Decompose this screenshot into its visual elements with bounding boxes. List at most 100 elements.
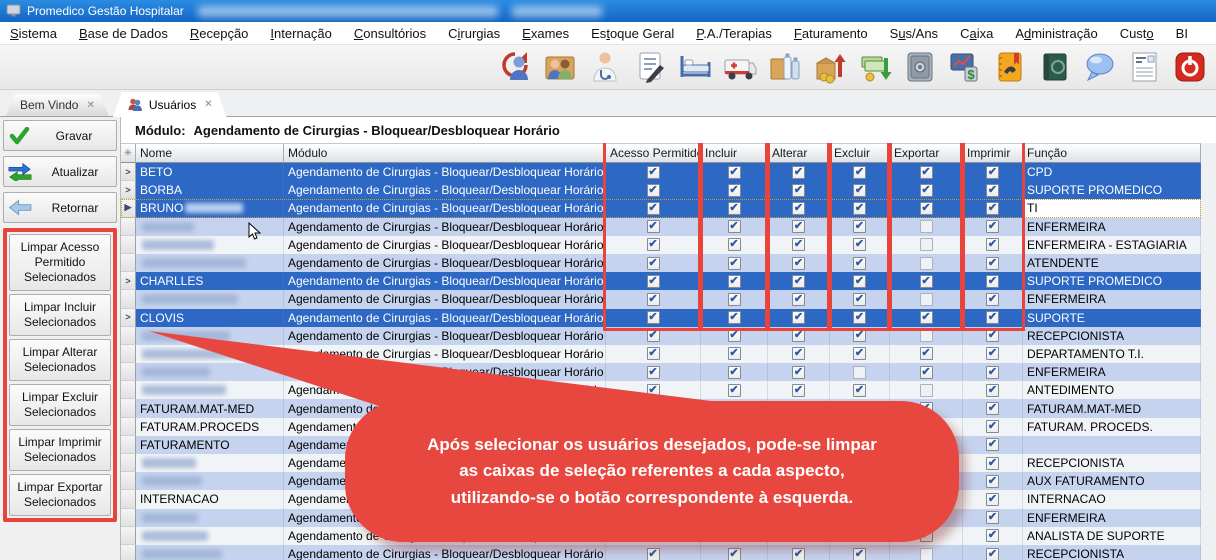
clear-limpar-acesso-permitido-selecionados[interactable]: Limpar Acesso Permitido Selecionados bbox=[9, 234, 111, 291]
document-pen-icon[interactable] bbox=[632, 49, 668, 85]
alterar-checkbox[interactable]: ✔ bbox=[792, 311, 805, 324]
table-row[interactable]: Agendamento de Cirurgias - Bloquear/Desb… bbox=[121, 254, 1201, 272]
imprimir-checkbox[interactable]: ✔ bbox=[986, 457, 999, 470]
excluir-checkbox[interactable]: ✔ bbox=[853, 202, 866, 215]
exportar-checkbox[interactable] bbox=[920, 220, 933, 233]
acesso-checkbox[interactable]: ✔ bbox=[647, 366, 660, 379]
excluir-checkbox[interactable]: ✔ bbox=[853, 384, 866, 397]
column-header-exportar[interactable]: Exportar bbox=[890, 143, 963, 163]
doctor-icon[interactable] bbox=[587, 49, 623, 85]
imprimir-checkbox[interactable]: ✔ bbox=[986, 384, 999, 397]
alterar-checkbox[interactable]: ✔ bbox=[792, 548, 805, 560]
exportar-checkbox[interactable]: ✔ bbox=[920, 202, 933, 215]
exportar-checkbox[interactable]: ✔ bbox=[920, 275, 933, 288]
report-icon[interactable] bbox=[1127, 49, 1163, 85]
table-row[interactable]: ▶BRUNOAgendamento de Cirurgias - Bloquea… bbox=[121, 199, 1201, 217]
clear-limpar-exportar-selecionados[interactable]: Limpar Exportar Selecionados bbox=[9, 474, 111, 516]
exit-icon[interactable] bbox=[1172, 49, 1208, 85]
incluir-checkbox[interactable]: ✔ bbox=[728, 202, 741, 215]
column-header-fun-o[interactable]: Função bbox=[1023, 143, 1201, 163]
alterar-checkbox[interactable]: ✔ bbox=[792, 257, 805, 270]
imprimir-checkbox[interactable]: ✔ bbox=[986, 511, 999, 524]
alterar-checkbox[interactable]: ✔ bbox=[792, 384, 805, 397]
column-header-excluir[interactable]: Excluir bbox=[830, 143, 890, 163]
incluir-checkbox[interactable]: ✔ bbox=[728, 257, 741, 270]
atualizar-button[interactable]: Atualizar bbox=[3, 156, 117, 187]
phone-book-icon[interactable] bbox=[992, 49, 1028, 85]
tab-bem-vindo[interactable]: Bem Vindo ✕ bbox=[6, 94, 109, 116]
menu-exames[interactable]: Exames bbox=[522, 26, 569, 41]
excluir-checkbox[interactable]: ✔ bbox=[853, 184, 866, 197]
incluir-checkbox[interactable]: ✔ bbox=[728, 384, 741, 397]
ledger-book-icon[interactable] bbox=[1037, 49, 1073, 85]
column-header-alterar[interactable]: Alterar bbox=[768, 143, 830, 163]
excluir-checkbox[interactable]: ✔ bbox=[853, 220, 866, 233]
table-row[interactable]: >CLOVISAgendamento de Cirurgias - Bloque… bbox=[121, 309, 1201, 327]
excluir-checkbox[interactable]: ✔ bbox=[853, 293, 866, 306]
alterar-checkbox[interactable]: ✔ bbox=[792, 238, 805, 251]
menu-sistema[interactable]: Sistema bbox=[10, 26, 57, 41]
exportar-checkbox[interactable] bbox=[920, 548, 933, 560]
imprimir-checkbox[interactable]: ✔ bbox=[986, 257, 999, 270]
exportar-checkbox[interactable]: ✔ bbox=[920, 311, 933, 324]
alterar-checkbox[interactable]: ✔ bbox=[792, 166, 805, 179]
incluir-checkbox[interactable]: ✔ bbox=[728, 238, 741, 251]
imprimir-checkbox[interactable]: ✔ bbox=[986, 548, 999, 560]
excluir-checkbox[interactable]: ✔ bbox=[853, 275, 866, 288]
alterar-checkbox[interactable]: ✔ bbox=[792, 220, 805, 233]
excluir-checkbox[interactable]: ✔ bbox=[853, 238, 866, 251]
clear-limpar-incluir-selecionados[interactable]: Limpar Incluir Selecionados bbox=[9, 294, 111, 336]
incluir-checkbox[interactable]: ✔ bbox=[728, 220, 741, 233]
alterar-checkbox[interactable]: ✔ bbox=[792, 293, 805, 306]
goods-entry-icon[interactable] bbox=[812, 49, 848, 85]
alterar-checkbox[interactable]: ✔ bbox=[792, 366, 805, 379]
exportar-checkbox[interactable] bbox=[920, 238, 933, 251]
menu-custo[interactable]: Custo bbox=[1120, 26, 1154, 41]
column-header-nome[interactable]: Nome bbox=[136, 143, 284, 163]
acesso-checkbox[interactable]: ✔ bbox=[647, 548, 660, 560]
excluir-checkbox[interactable]: ✔ bbox=[853, 311, 866, 324]
alterar-checkbox[interactable]: ✔ bbox=[792, 329, 805, 342]
acesso-checkbox[interactable]: ✔ bbox=[647, 293, 660, 306]
incluir-checkbox[interactable]: ✔ bbox=[728, 548, 741, 560]
acesso-checkbox[interactable]: ✔ bbox=[647, 275, 660, 288]
exportar-checkbox[interactable] bbox=[920, 384, 933, 397]
exportar-checkbox[interactable]: ✔ bbox=[920, 166, 933, 179]
excluir-checkbox[interactable] bbox=[853, 366, 866, 379]
table-row[interactable]: >BORBAAgendamento de Cirurgias - Bloquea… bbox=[121, 181, 1201, 199]
imprimir-checkbox[interactable]: ✔ bbox=[986, 438, 999, 451]
incluir-checkbox[interactable]: ✔ bbox=[728, 311, 741, 324]
column-header-imprimir[interactable]: Imprimir bbox=[963, 143, 1023, 163]
exportar-checkbox[interactable]: ✔ bbox=[920, 347, 933, 360]
clear-limpar-alterar-selecionados[interactable]: Limpar Alterar Selecionados bbox=[9, 339, 111, 381]
exportar-checkbox[interactable] bbox=[920, 329, 933, 342]
table-row[interactable]: Agendamento de Cirurgias - Bloquear/Desb… bbox=[121, 363, 1201, 381]
imprimir-checkbox[interactable]: ✔ bbox=[986, 220, 999, 233]
table-row[interactable]: >CHARLLESAgendamento de Cirurgias - Bloq… bbox=[121, 272, 1201, 290]
table-row[interactable]: Agendamento de Cirurgias - Bloquear/Desb… bbox=[121, 290, 1201, 308]
clear-limpar-excluir-selecionados[interactable]: Limpar Excluir Selecionados bbox=[9, 384, 111, 426]
table-row[interactable]: Agendamento de Cirurgias - Bloquear/Desb… bbox=[121, 218, 1201, 236]
excluir-checkbox[interactable]: ✔ bbox=[853, 257, 866, 270]
imprimir-checkbox[interactable]: ✔ bbox=[986, 275, 999, 288]
imprimir-checkbox[interactable]: ✔ bbox=[986, 184, 999, 197]
acesso-checkbox[interactable]: ✔ bbox=[647, 329, 660, 342]
money-exit-icon[interactable] bbox=[857, 49, 893, 85]
incluir-checkbox[interactable]: ✔ bbox=[728, 184, 741, 197]
incluir-checkbox[interactable]: ✔ bbox=[728, 329, 741, 342]
menu-base-de-dados[interactable]: Base de Dados bbox=[79, 26, 168, 41]
clear-limpar-imprimir-selecionados[interactable]: Limpar Imprimir Selecionados bbox=[9, 429, 111, 471]
close-icon[interactable]: ✕ bbox=[86, 100, 94, 111]
incluir-checkbox[interactable]: ✔ bbox=[728, 293, 741, 306]
imprimir-checkbox[interactable]: ✔ bbox=[986, 402, 999, 415]
safe-icon[interactable] bbox=[902, 49, 938, 85]
exportar-checkbox[interactable] bbox=[920, 293, 933, 306]
retornar-button[interactable]: Retornar bbox=[3, 192, 117, 223]
imprimir-checkbox[interactable]: ✔ bbox=[986, 166, 999, 179]
ambulance-icon[interactable] bbox=[722, 49, 758, 85]
menu-recep-o[interactable]: Recepção bbox=[190, 26, 249, 41]
user-sync-icon[interactable] bbox=[497, 49, 533, 85]
tab-usuarios[interactable]: Usuários ✕ bbox=[113, 92, 227, 117]
excluir-checkbox[interactable]: ✔ bbox=[853, 548, 866, 560]
exportar-checkbox[interactable]: ✔ bbox=[920, 184, 933, 197]
